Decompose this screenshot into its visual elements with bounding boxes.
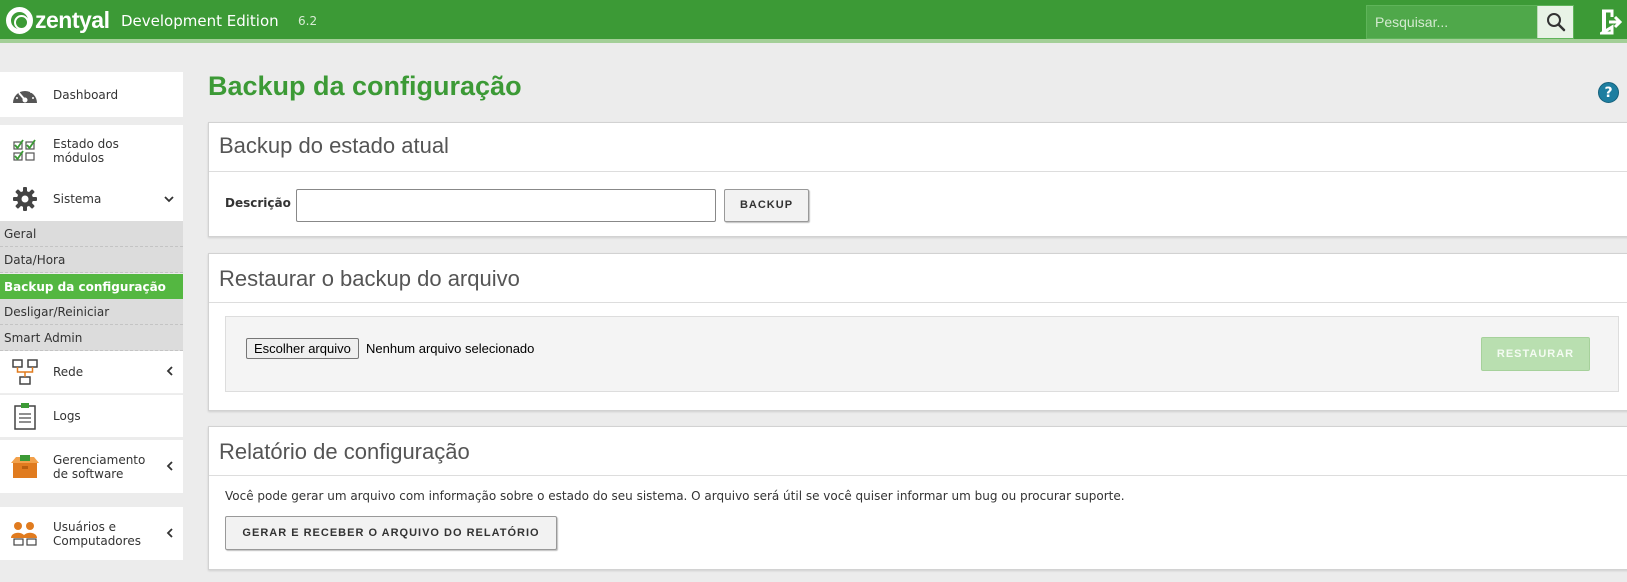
logo-ring-icon (6, 7, 33, 34)
page-title: Backup da configuração (208, 71, 522, 101)
sidebar-item-label: Logs (53, 409, 81, 423)
no-file-label: Nenhum arquivo selecionado (366, 341, 535, 356)
report-panel: Relatório de configuração Você pode gera… (208, 426, 1627, 570)
restore-panel: Restaurar o backup do arquivo Escolher a… (208, 253, 1627, 411)
sidebar-item-label: Sistema (53, 192, 102, 206)
description-input[interactable] (296, 189, 716, 222)
panel-divider (209, 171, 1627, 172)
sidebar-subitem-shutdown-restart[interactable]: Desligar/Reiniciar (0, 299, 183, 325)
restore-panel-title: Restaurar o backup do arquivo (219, 266, 520, 291)
help-icon[interactable]: ? (1598, 82, 1619, 103)
description-label: Descrição (225, 196, 291, 210)
search-button[interactable] (1537, 6, 1573, 38)
sidebar-item-label: Rede (53, 365, 84, 379)
sidebar-item-network[interactable]: Rede (0, 351, 183, 394)
sidebar-item-label: Gerenciamento de software (53, 452, 146, 481)
sidebar-item-label: Dashboard (53, 87, 119, 102)
sidebar-item-label: Usuários e Computadores (53, 519, 141, 548)
logout-icon[interactable] (1600, 9, 1622, 35)
generate-report-button[interactable]: GERAR E RECEBER O ARQUIVO DO RELATÓRIO (225, 516, 557, 550)
speedometer-icon (10, 80, 40, 110)
sidebar-item-software-management[interactable]: Gerenciamento de software (0, 440, 183, 493)
search-box (1366, 5, 1574, 39)
sidebar-subitem-smart-admin[interactable]: Smart Admin (0, 325, 183, 351)
version-label: 6.2 (298, 14, 318, 28)
sidebar-item-users-computers[interactable]: Usuários e Computadores (0, 507, 183, 560)
search-icon (1547, 13, 1566, 32)
sidebar-item-label: Estado dos módulos (53, 137, 119, 165)
panel-divider (209, 302, 1627, 303)
sidebar-item-logs[interactable]: Logs (0, 395, 183, 437)
restore-button[interactable]: RESTAURAR (1481, 337, 1590, 371)
backup-panel: Backup do estado atual Descrição BACKUP (208, 122, 1627, 237)
panel-divider (209, 475, 1627, 476)
top-bar: zentyal Development Edition 6.2 (0, 0, 1627, 43)
restore-file-area: Escolher arquivo Nenhum arquivo selecion… (225, 316, 1619, 392)
report-panel-title: Relatório de configuração (219, 439, 470, 464)
sidebar-item-dashboard[interactable]: Dashboard (0, 72, 183, 117)
sidebar-subitem-config-backup[interactable]: Backup da configuração (0, 274, 183, 300)
report-description: Você pode gerar um arquivo com informaçã… (225, 489, 1125, 503)
sidebar-subitem-general[interactable]: Geral (0, 221, 183, 247)
sidebar-item-system[interactable]: Sistema (0, 177, 183, 221)
gear-icon (10, 184, 40, 214)
sidebar: Dashboard Estado dos módulos Sistema Ger… (0, 47, 183, 582)
backup-button[interactable]: BACKUP (724, 189, 809, 222)
network-icon (10, 357, 40, 387)
chevron-down-icon (164, 192, 174, 206)
choose-file-button[interactable]: Escolher arquivo (246, 338, 359, 359)
backup-panel-title: Backup do estado atual (219, 133, 449, 158)
chevron-left-icon (166, 460, 174, 474)
users-icon (10, 519, 40, 549)
logo-text: zentyal (35, 7, 110, 33)
package-icon (10, 452, 40, 482)
edition-label: Development Edition (121, 12, 279, 30)
checklist-icon (10, 136, 40, 166)
chevron-left-icon (166, 527, 174, 541)
chevron-left-icon (166, 365, 174, 379)
search-input[interactable] (1375, 6, 1535, 38)
sidebar-subitem-date-time[interactable]: Data/Hora (0, 247, 183, 273)
clipboard-icon (10, 401, 40, 431)
sidebar-item-module-status[interactable]: Estado dos módulos (0, 125, 183, 177)
zentyal-logo[interactable]: zentyal (6, 7, 110, 34)
